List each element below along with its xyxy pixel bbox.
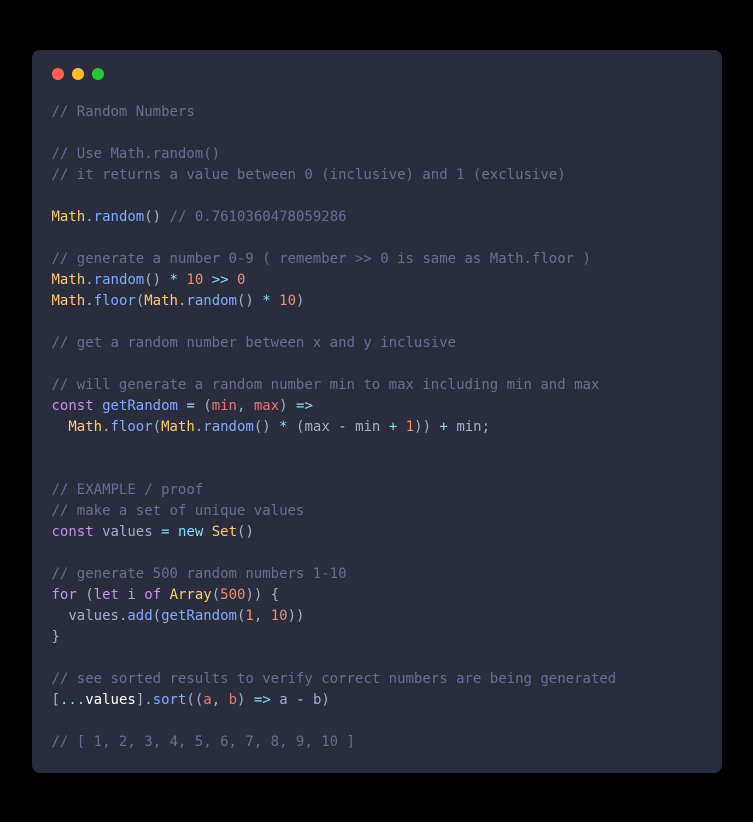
- comment: // see sorted results to verify correct …: [52, 671, 617, 687]
- method: random: [94, 209, 145, 225]
- comment: // generate 500 random numbers 1-10: [52, 566, 347, 582]
- comment: // will generate a random number min to …: [52, 377, 600, 393]
- code-window: // Random Numbers // Use Math.random() /…: [32, 50, 722, 773]
- comment: // 0.7610360478059286: [170, 209, 347, 225]
- comment: // make a set of unique values: [52, 503, 305, 519]
- zoom-icon[interactable]: [92, 68, 104, 80]
- close-icon[interactable]: [52, 68, 64, 80]
- comment: // get a random number between x and y i…: [52, 335, 457, 351]
- comment: // generate a number 0-9 ( remember >> 0…: [52, 251, 591, 267]
- comment: // EXAMPLE / proof: [52, 482, 204, 498]
- minimize-icon[interactable]: [72, 68, 84, 80]
- keyword: const: [52, 398, 94, 414]
- code-block: // Random Numbers // Use Math.random() /…: [52, 102, 702, 753]
- class-ref: Math: [52, 209, 86, 225]
- comment: // Random Numbers: [52, 104, 195, 120]
- comment: // Use Math.random(): [52, 146, 221, 162]
- comment: // it returns a value between 0 (inclusi…: [52, 167, 566, 183]
- comment: // [ 1, 2, 3, 4, 5, 6, 7, 8, 9, 10 ]: [52, 734, 355, 750]
- window-titlebar: [52, 68, 702, 80]
